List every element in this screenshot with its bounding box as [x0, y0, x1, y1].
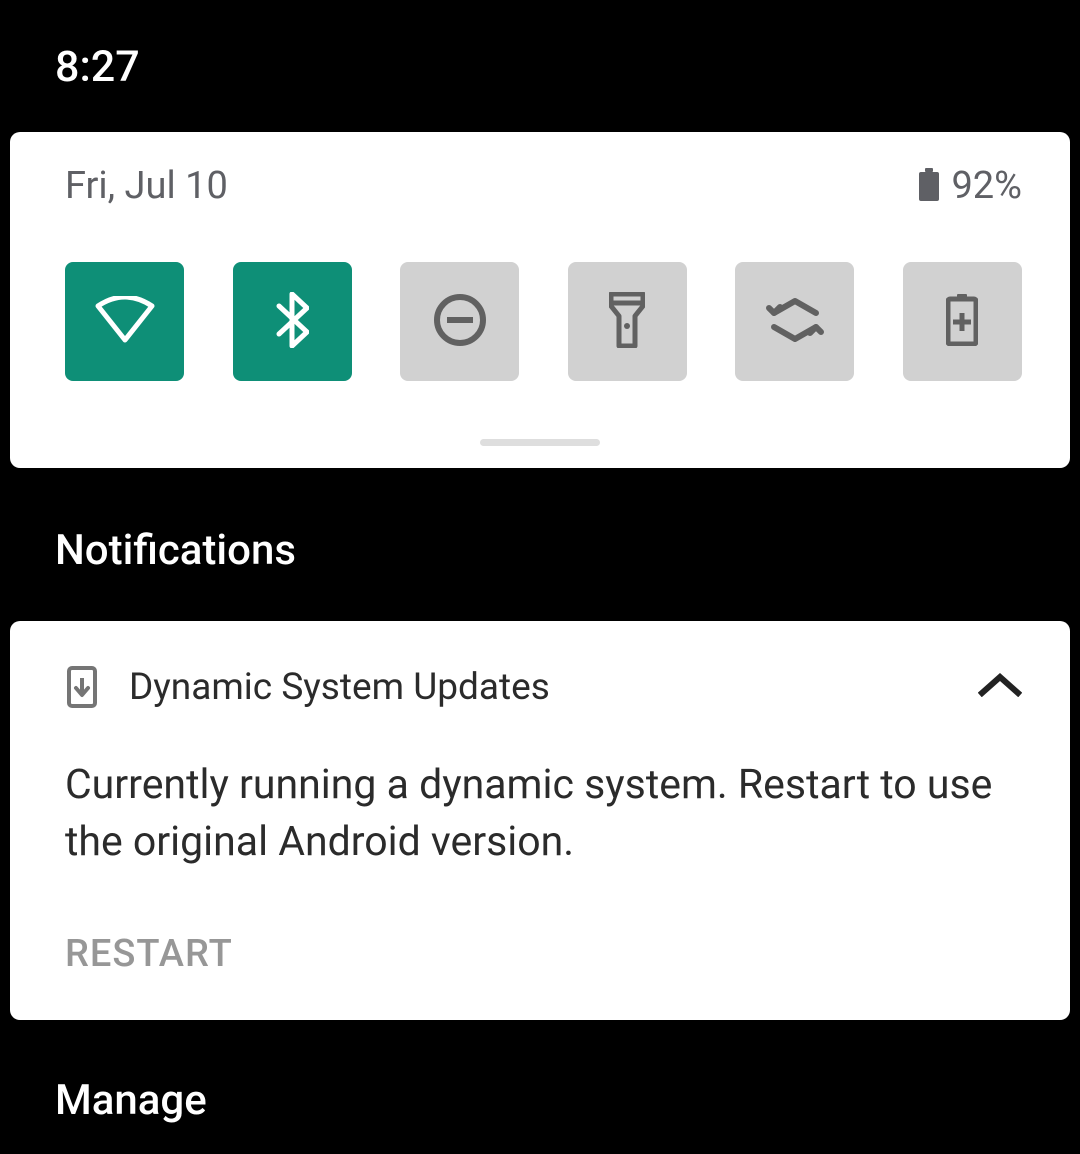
do-not-disturb-icon [433, 293, 487, 351]
quick-settings-tiles [10, 208, 1070, 381]
battery-status[interactable]: 92% [919, 164, 1022, 208]
notification-card[interactable]: Dynamic System Updates Currently running… [10, 621, 1070, 1020]
notification-actions: RESTART [65, 870, 1022, 976]
quick-settings-handle[interactable] [10, 381, 1070, 450]
wifi-tile[interactable] [65, 262, 184, 381]
battery-percent: 92% [951, 164, 1022, 208]
notification-card-header: Dynamic System Updates [65, 665, 1022, 709]
notification-body: Currently running a dynamic system. Rest… [65, 709, 1022, 870]
auto-rotate-tile[interactable] [735, 262, 854, 381]
drag-handle-icon [480, 439, 600, 446]
quick-settings-panel: Fri, Jul 10 92% [10, 132, 1070, 468]
manage-button[interactable]: Manage [0, 1020, 1080, 1125]
notification-app-info: Dynamic System Updates [65, 665, 550, 709]
do-not-disturb-tile[interactable] [400, 262, 519, 381]
quick-settings-header: Fri, Jul 10 92% [10, 164, 1070, 208]
battery-saver-icon [946, 294, 978, 350]
bluetooth-tile[interactable] [233, 262, 352, 381]
battery-icon [919, 168, 939, 205]
auto-rotate-icon [766, 297, 824, 347]
flashlight-icon [609, 292, 645, 352]
notification-app-name: Dynamic System Updates [129, 666, 550, 709]
restart-button[interactable]: RESTART [65, 932, 233, 976]
quick-settings-date: Fri, Jul 10 [65, 164, 228, 208]
flashlight-tile[interactable] [568, 262, 687, 381]
status-time: 8:27 [55, 42, 1025, 92]
notifications-header: Notifications [0, 468, 1080, 575]
battery-saver-tile[interactable] [903, 262, 1022, 381]
collapse-icon[interactable] [978, 673, 1022, 701]
status-bar: 8:27 [0, 0, 1080, 122]
bluetooth-icon [275, 292, 309, 352]
wifi-icon [94, 296, 156, 348]
system-update-icon [65, 665, 99, 709]
